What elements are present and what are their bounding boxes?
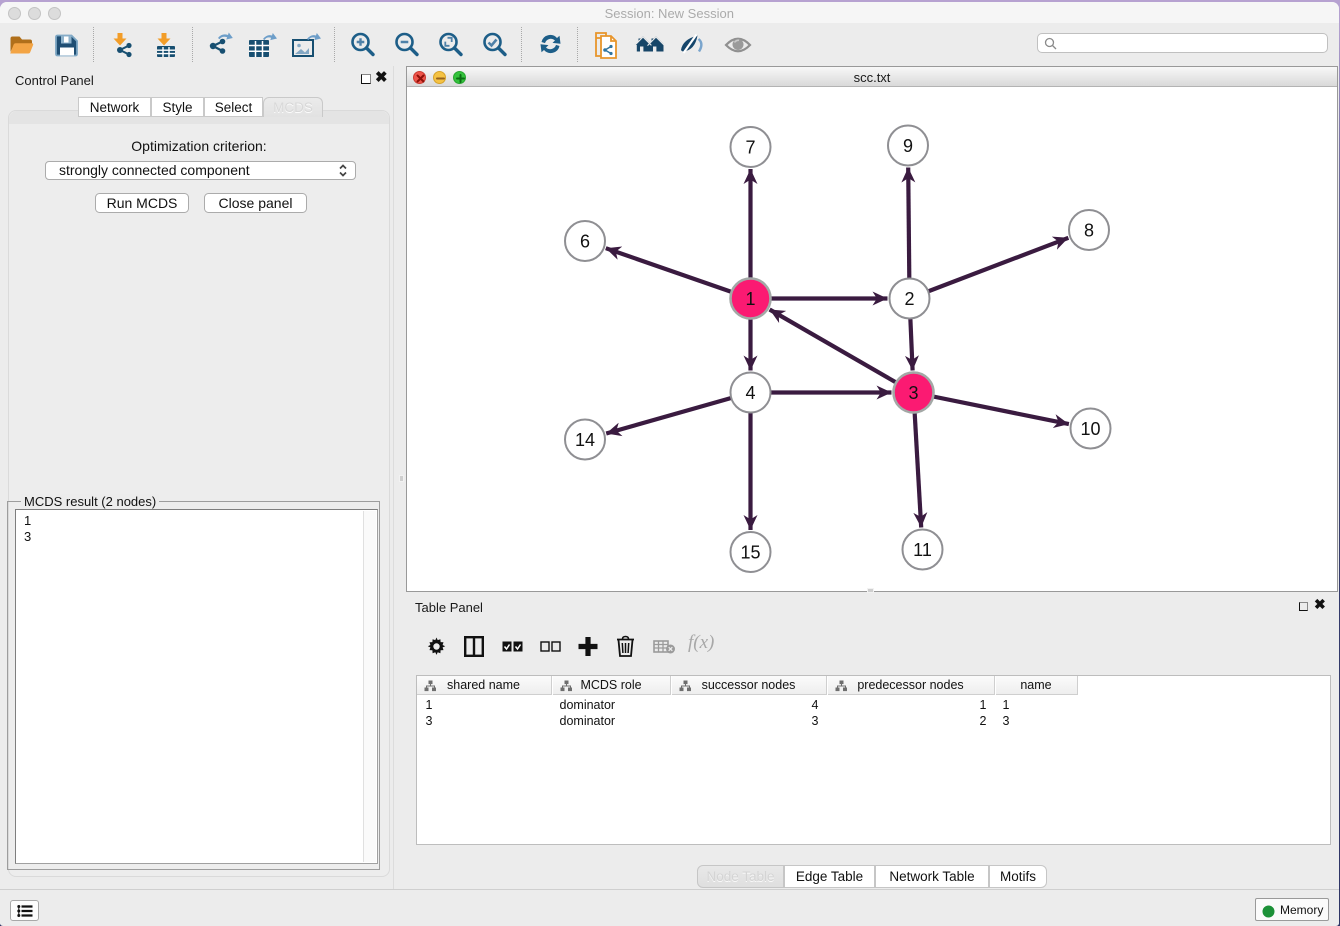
- svg-text:1: 1: [745, 289, 755, 309]
- svg-text:7: 7: [745, 137, 755, 157]
- svg-text:9: 9: [903, 136, 913, 156]
- svg-text:3: 3: [908, 383, 918, 403]
- svg-text:11: 11: [913, 540, 932, 560]
- svg-text:6: 6: [580, 231, 590, 251]
- svg-text:4: 4: [745, 383, 755, 403]
- svg-text:2: 2: [904, 289, 914, 309]
- svg-text:10: 10: [1080, 419, 1100, 439]
- svg-text:15: 15: [740, 542, 760, 562]
- svg-text:14: 14: [575, 430, 595, 450]
- svg-text:8: 8: [1084, 220, 1094, 240]
